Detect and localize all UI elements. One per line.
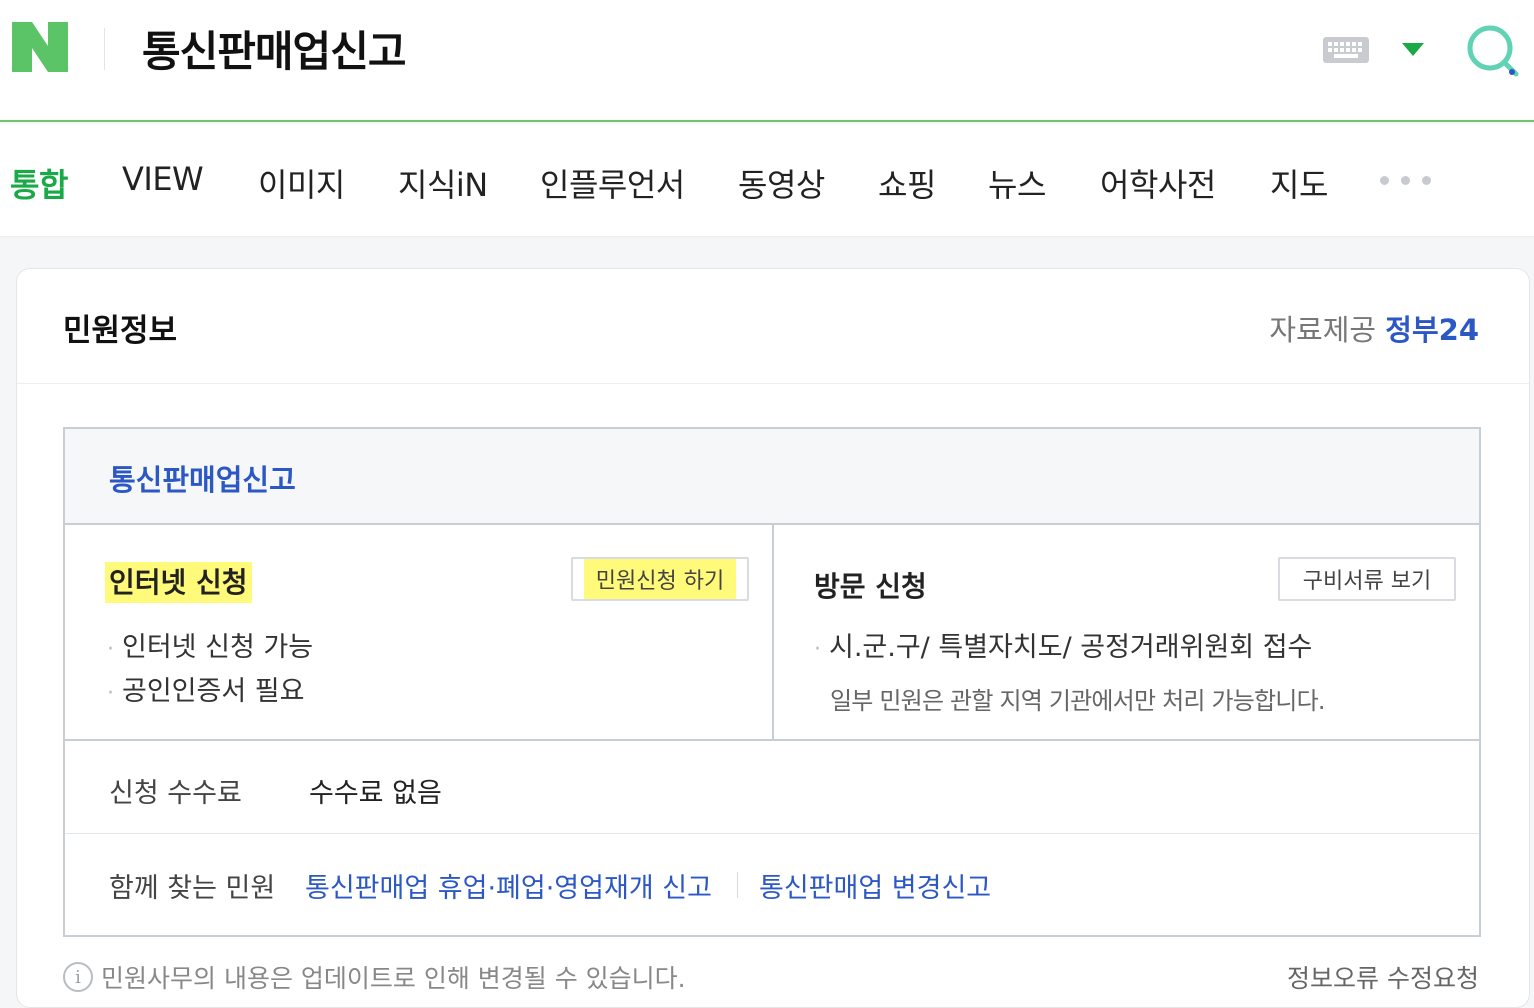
search-header: 통신판매업신고 [0, 0, 1534, 122]
search-icon[interactable] [1464, 22, 1522, 78]
visit-application-column: 방문 신청 구비서류 보기 시.군.구/ 특별자치도/ 공정거래위원회 접수 일… [774, 525, 1481, 739]
online-bullet-1: 인터넷 신청 가능 [107, 625, 313, 664]
update-notice-text: 민원사무의 내용은 업데이트로 인해 변경될 수 있습니다. [101, 964, 686, 993]
visit-application-title: 방문 신청 [814, 570, 927, 603]
tab-video[interactable]: 동영상 [738, 160, 825, 206]
tab-integrated[interactable]: 통합 [10, 160, 68, 206]
online-application-title: 인터넷 신청 [105, 561, 252, 603]
required-documents-button[interactable]: 구비서류 보기 [1278, 557, 1456, 601]
data-source: 자료제공 정부24 [1269, 307, 1479, 349]
tab-knowledge-in[interactable]: 지식iN [398, 160, 488, 206]
source-link[interactable]: 정부24 [1385, 313, 1479, 347]
info-icon: i [63, 962, 93, 992]
related-label: 함께 찾는 민원 [109, 873, 276, 904]
more-tabs-icon[interactable] [1380, 176, 1431, 185]
source-label: 자료제공 [1269, 313, 1377, 347]
caret-down-icon[interactable] [1402, 43, 1424, 57]
related-services-row: 함께 찾는 민원 통신판매업 휴업·폐업·영업재개 신고 통신판매업 변경신고 [65, 833, 1479, 937]
card-divider [17, 383, 1529, 384]
apply-civil-service-button[interactable]: 민원신청 하기 [571, 557, 749, 601]
search-tabs: 통합 VIEW 이미지 지식iN 인플루언서 동영상 쇼핑 뉴스 어학사전 지도 [0, 124, 1534, 236]
service-title-link[interactable]: 통신판매업신고 [109, 457, 296, 499]
service-box-header: 통신판매업신고 [65, 429, 1479, 525]
tab-dictionary[interactable]: 어학사전 [1100, 160, 1216, 206]
related-separator [737, 872, 738, 898]
visit-note: 일부 민원은 관할 지역 기관에서만 처리 가능합니다. [830, 687, 1325, 715]
tab-influencer[interactable]: 인플루언서 [540, 160, 685, 206]
fee-label: 신청 수수료 [109, 778, 242, 809]
tab-shopping[interactable]: 쇼핑 [878, 160, 936, 206]
update-notice: i 민원사무의 내용은 업데이트로 인해 변경될 수 있습니다. [63, 959, 686, 995]
fee-value: 수수료 없음 [309, 778, 442, 809]
keyboard-icon[interactable] [1322, 36, 1370, 64]
visit-bullet-1: 시.군.구/ 특별자치도/ 공정거래위원회 접수 [814, 625, 1312, 664]
tab-news[interactable]: 뉴스 [988, 160, 1046, 206]
related-link-change[interactable]: 통신판매업 변경신고 [759, 866, 991, 905]
report-error-link[interactable]: 정보오류 수정요청 [1287, 959, 1479, 995]
service-box: 통신판매업신고 인터넷 신청 민원신청 하기 인터넷 신청 가능 공인인증서 필… [63, 427, 1481, 937]
search-query[interactable]: 통신판매업신고 [142, 18, 406, 79]
tab-map[interactable]: 지도 [1270, 160, 1328, 206]
naver-logo[interactable] [12, 22, 68, 72]
tab-images[interactable]: 이미지 [258, 160, 345, 206]
online-application-column: 인터넷 신청 민원신청 하기 인터넷 신청 가능 공인인증서 필요 [65, 525, 774, 739]
fee-row: 신청 수수료 수수료 없음 [65, 739, 1479, 833]
card-title: 민원정보 [63, 313, 178, 349]
online-bullet-2: 공인인증서 필요 [107, 669, 304, 708]
header-divider [104, 28, 105, 70]
tab-view[interactable]: VIEW [122, 160, 204, 198]
civil-info-card: 민원정보 자료제공 정부24 통신판매업신고 인터넷 신청 민원신청 하기 인터… [16, 268, 1530, 1008]
related-link-suspension[interactable]: 통신판매업 휴업·폐업·영업재개 신고 [305, 866, 712, 905]
